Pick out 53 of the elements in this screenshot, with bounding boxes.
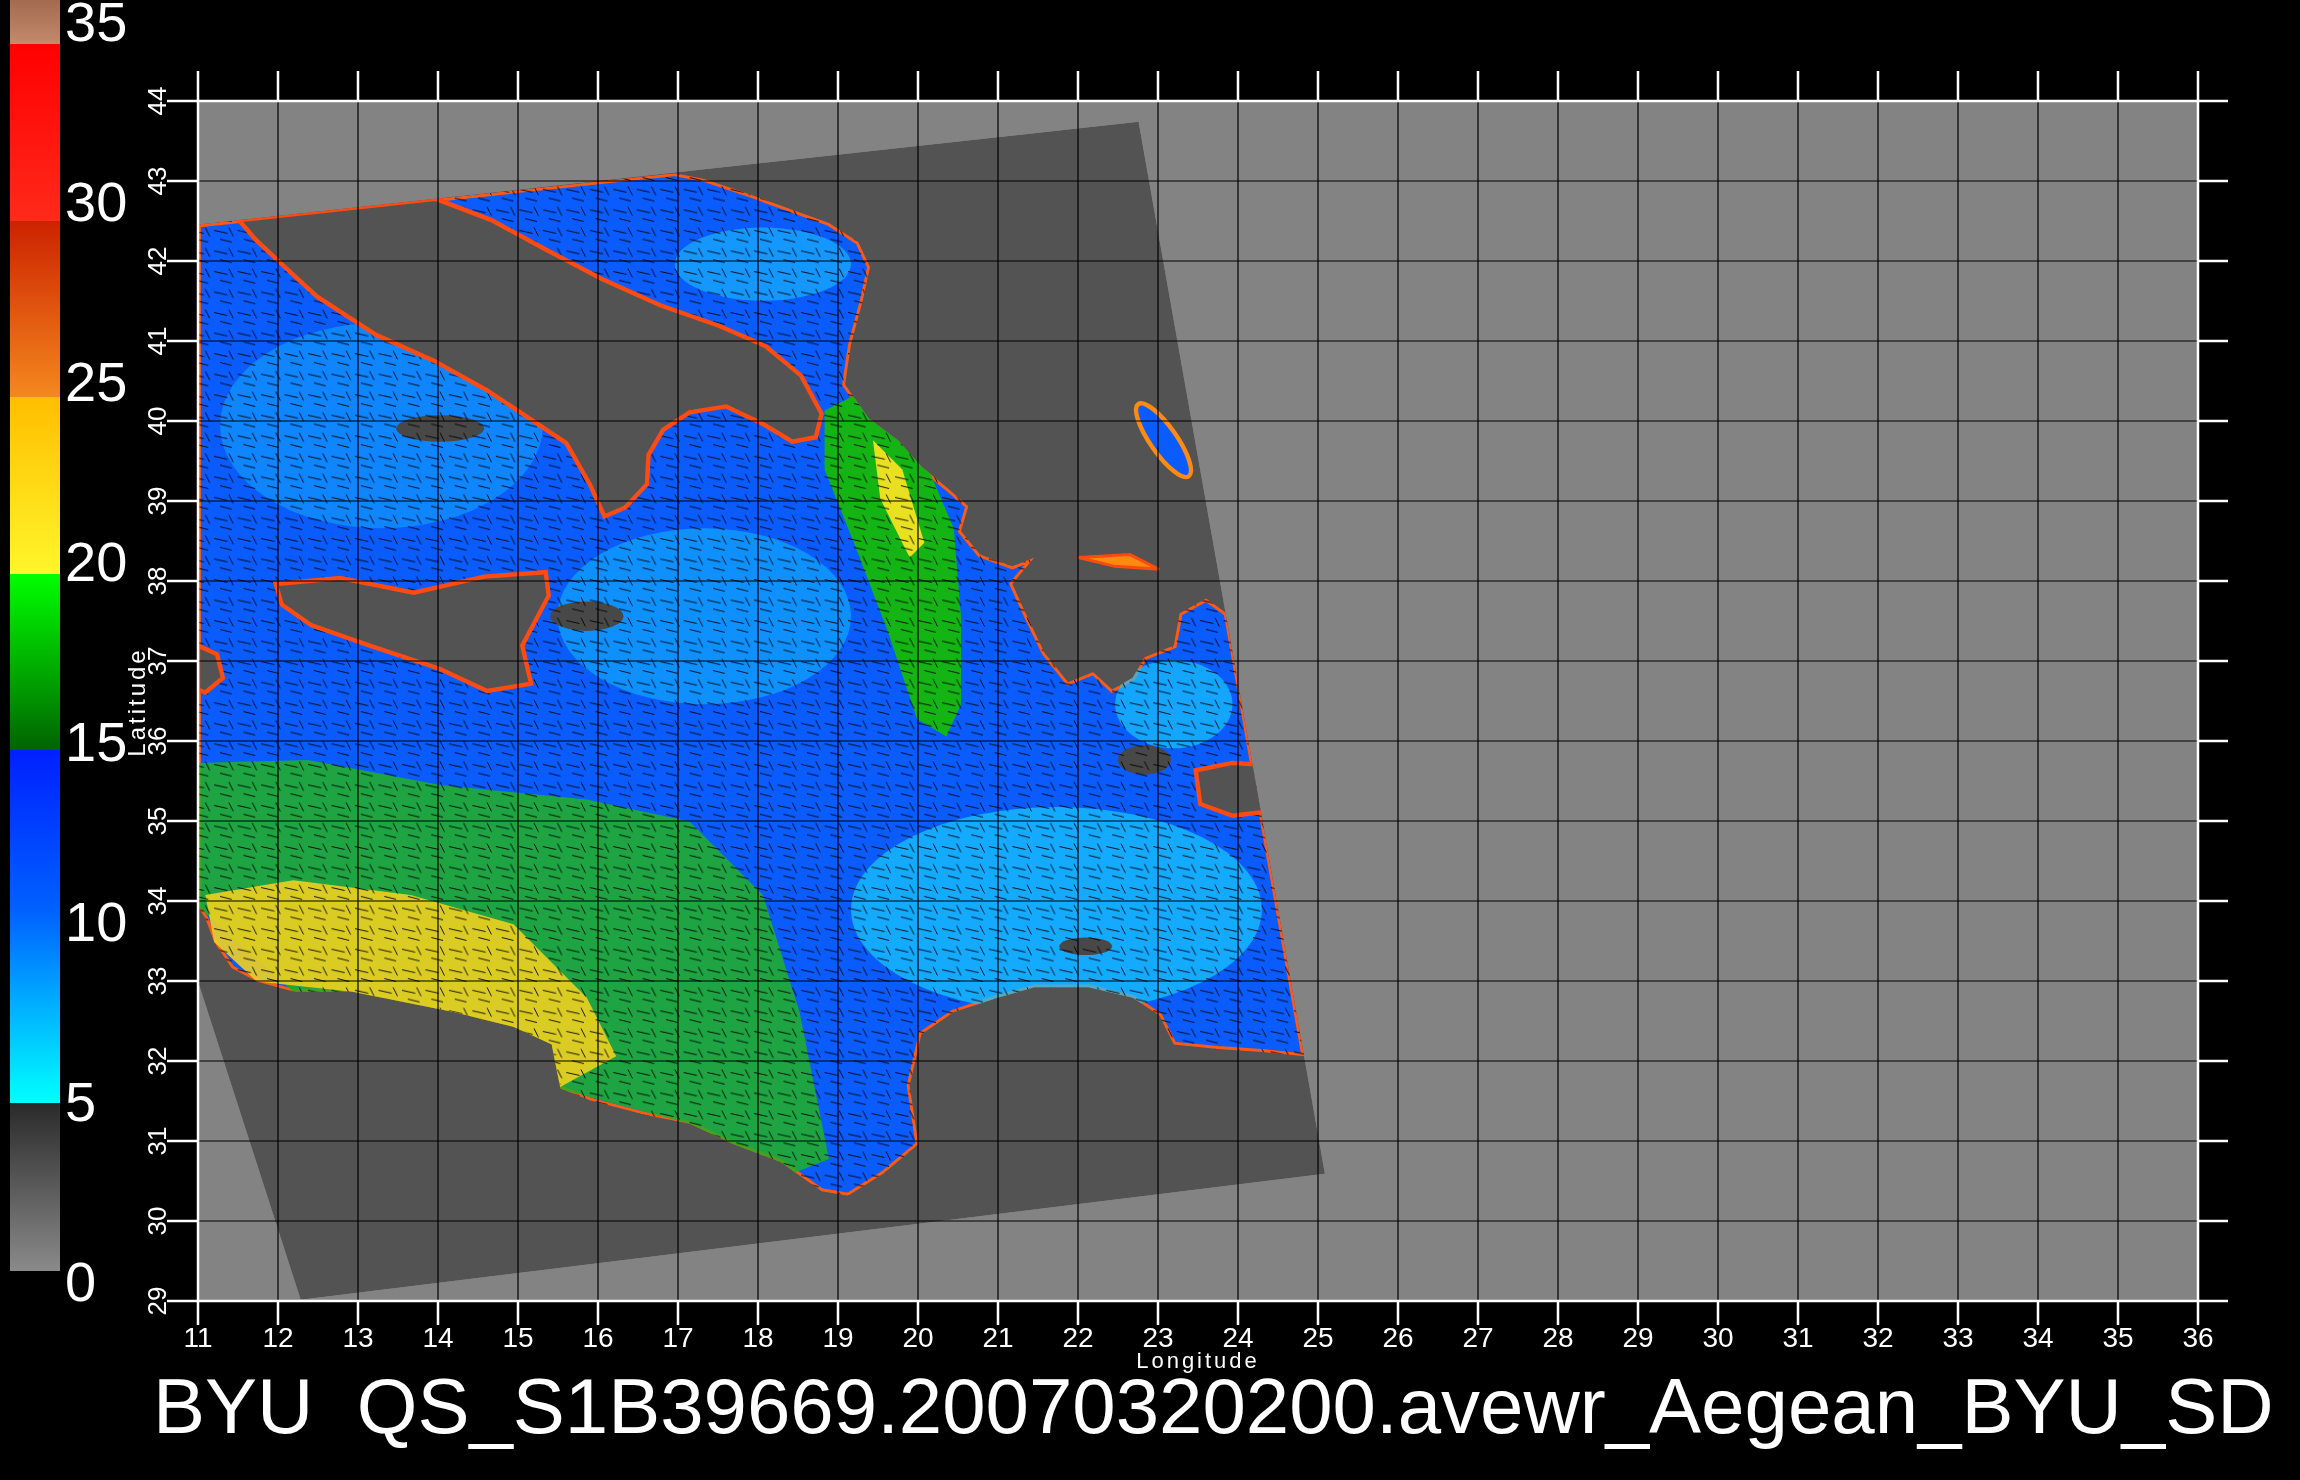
scale-label: 25 (65, 360, 128, 404)
longitude-tick-label: 33 (1942, 1326, 1974, 1350)
scale-label: 20 (65, 540, 128, 584)
longitude-tick-label: 16 (582, 1326, 614, 1350)
latitude-tick-label: 31 (147, 1126, 167, 1156)
latitude-tick-label: 34 (147, 886, 167, 916)
longitude-tick-label: 24 (1222, 1326, 1254, 1350)
longitude-tick-label: 12 (262, 1326, 294, 1350)
longitude-tick-label: 14 (422, 1326, 454, 1350)
longitude-tick-label: 13 (342, 1326, 374, 1350)
latitude-tick-label: 40 (147, 406, 167, 436)
latitude-tick-label: 42 (147, 246, 167, 276)
scale-label: 15 (65, 720, 128, 764)
longitude-tick-label: 34 (2022, 1326, 2054, 1350)
longitude-tick-label: 15 (502, 1326, 534, 1350)
longitude-tick-label: 29 (1622, 1326, 1654, 1350)
scale-label: 5 (65, 1080, 97, 1124)
scale-label: 10 (65, 900, 128, 944)
longitude-tick-label: 35 (2102, 1326, 2134, 1350)
longitude-axis-title: Longitude (1136, 1350, 1260, 1372)
plot-title: BYU QS_S1B39669.20070320200.avewr_Aegean_BYU_SD (153, 1372, 2274, 1452)
latitude-tick-label: 33 (147, 966, 167, 996)
longitude-tick-label: 23 (1142, 1326, 1174, 1350)
longitude-tick-label: 20 (902, 1326, 934, 1350)
longitude-tick-label: 25 (1302, 1326, 1334, 1350)
longitude-tick-label: 19 (822, 1326, 854, 1350)
longitude-tick-label: 28 (1542, 1326, 1574, 1350)
latitude-tick-label: 44 (147, 86, 167, 116)
longitude-tick-label: 30 (1702, 1326, 1734, 1350)
latitude-tick-label: 30 (147, 1206, 167, 1236)
longitude-tick-label: 17 (662, 1326, 694, 1350)
longitude-tick-label: 26 (1382, 1326, 1414, 1350)
latitude-tick-label: 43 (147, 166, 167, 196)
latitude-tick-label: 35 (147, 806, 167, 836)
longitude-tick-label: 18 (742, 1326, 774, 1350)
longitude-tick-label: 32 (1862, 1326, 1894, 1350)
longitude-tick-label: 36 (2182, 1326, 2214, 1350)
longitude-tick-label: 11 (183, 1326, 213, 1350)
scale-label: 0 (65, 1260, 97, 1304)
latitude-axis-title: Latitude (127, 647, 147, 757)
scale-label: 30 (65, 180, 128, 224)
scale-label: 35 (65, 0, 128, 44)
latitude-tick-label: 38 (147, 566, 167, 596)
longitude-tick-label: 22 (1062, 1326, 1094, 1350)
latitude-tick-label: 36 (147, 726, 167, 756)
longitude-tick-label: 31 (1782, 1326, 1814, 1350)
latitude-tick-label: 32 (147, 1046, 167, 1076)
longitude-tick-label: 27 (1462, 1326, 1494, 1350)
longitude-tick-label: 21 (982, 1326, 1014, 1350)
latitude-tick-label: 41 (147, 326, 167, 356)
latitude-tick-label: 29 (147, 1286, 167, 1316)
latitude-tick-label: 37 (147, 646, 167, 676)
latitude-tick-label: 39 (147, 486, 167, 516)
